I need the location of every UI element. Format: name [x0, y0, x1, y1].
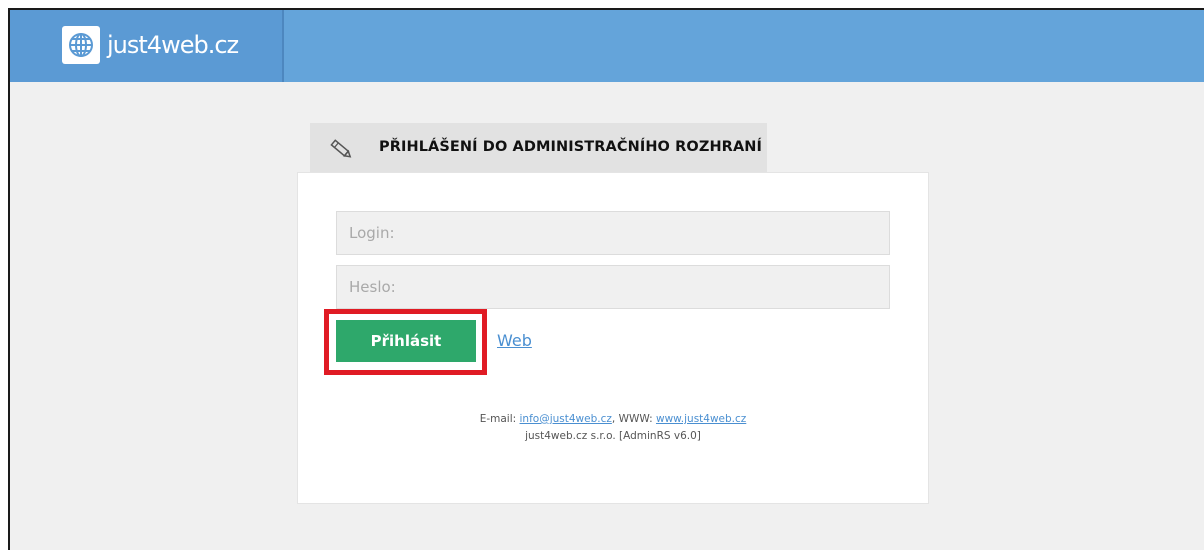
- top-bar: just4web.cz: [10, 10, 1204, 82]
- footer: E-mail: info@just4web.cz, WWW: www.just4…: [298, 411, 928, 445]
- email-link[interactable]: info@just4web.cz: [520, 413, 612, 425]
- brand-name: just4web.cz: [107, 31, 239, 59]
- page-title: PŘIHLÁŠENÍ DO ADMINISTRAČNÍHO ROZHRANÍ: [379, 139, 762, 155]
- password-input[interactable]: [336, 265, 890, 309]
- www-link[interactable]: www.just4web.cz: [656, 413, 746, 425]
- brand-logo[interactable]: just4web.cz: [10, 10, 284, 82]
- contact-line: E-mail: info@just4web.cz, WWW: www.just4…: [298, 411, 928, 428]
- www-label: WWW:: [618, 413, 653, 425]
- globe-icon: [62, 26, 100, 64]
- login-input[interactable]: [336, 211, 890, 255]
- web-link[interactable]: Web: [497, 331, 532, 350]
- app-window: just4web.cz PŘIHLÁŠENÍ DO ADMINISTRAČNÍH…: [8, 8, 1204, 550]
- pencil-icon: [328, 137, 354, 161]
- email-label: E-mail:: [479, 413, 517, 425]
- login-tab: PŘIHLÁŠENÍ DO ADMINISTRAČNÍHO ROZHRANÍ: [310, 123, 767, 173]
- separator: ,: [611, 413, 616, 425]
- login-form: Přihlásit Web E-mail: info@just4web.cz, …: [297, 172, 929, 504]
- login-button[interactable]: Přihlásit: [336, 320, 476, 362]
- company-line: just4web.cz s.r.o. [AdminRS v6.0]: [525, 430, 701, 442]
